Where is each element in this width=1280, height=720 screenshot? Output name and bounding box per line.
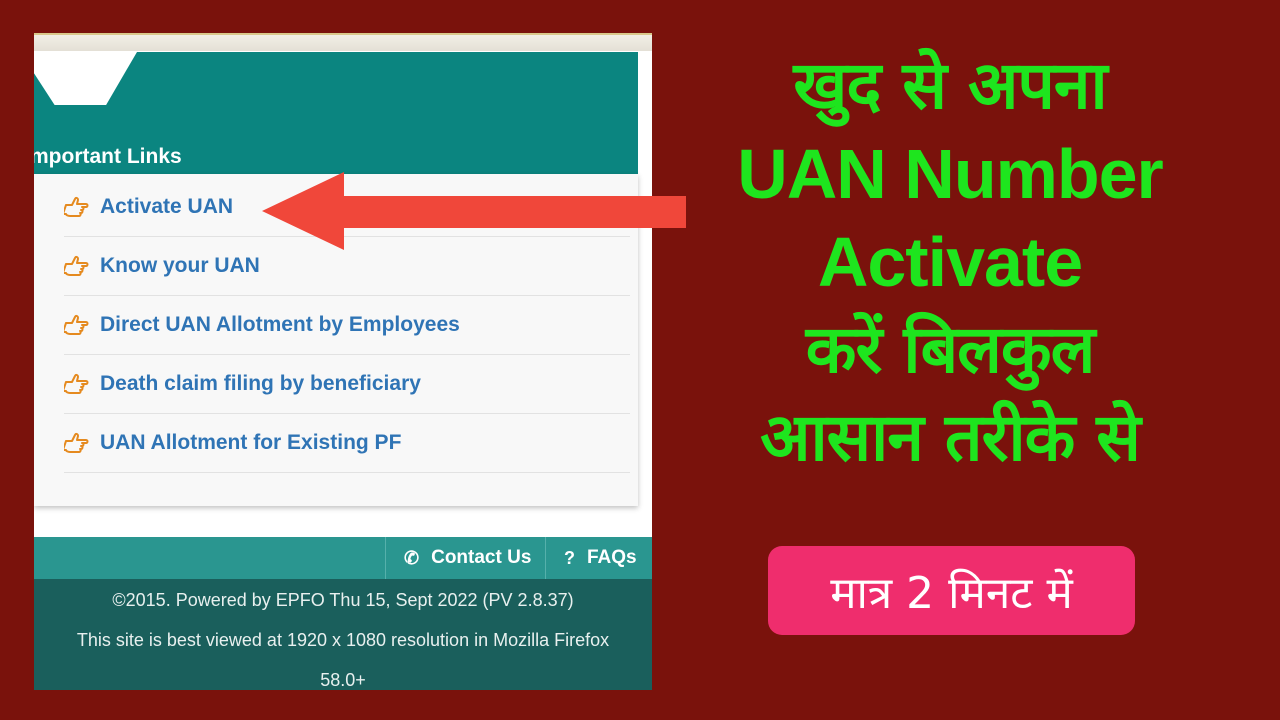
headline-line-5: आसान तरीके से <box>760 399 1141 476</box>
hand-pointing-right-icon <box>64 314 89 335</box>
link-death-claim-filing[interactable]: Death claim filing by beneficiary <box>64 355 630 414</box>
left-arrow-icon <box>262 172 686 250</box>
faqs-button[interactable]: ? FAQs <box>545 537 652 579</box>
browser-version-text: 58.0+ <box>320 670 366 690</box>
headline: खुद से अपना UAN Number Activate करें बिल… <box>660 42 1240 482</box>
hand-pointing-right-icon <box>64 432 89 453</box>
copyright-text: ©2015. Powered by EPFO Thu 15, Sept 2022… <box>112 590 574 610</box>
phone-icon: ✆ <box>404 547 420 568</box>
faqs-label: FAQs <box>587 547 637 568</box>
duration-badge: मात्र 2 मिनट में <box>768 546 1135 635</box>
contact-us-label: Contact Us <box>431 547 532 568</box>
browser-note-text: This site is best viewed at 1920 x 1080 … <box>76 630 610 650</box>
link-label: Know your UAN <box>100 254 260 277</box>
link-label: Activate UAN <box>100 195 234 218</box>
header-notch <box>34 52 137 105</box>
footer-nav-bar: ✆ Contact Us ? FAQs <box>34 537 652 579</box>
link-label: Direct UAN Allotment by Employees <box>100 313 460 336</box>
headline-line-3: Activate <box>817 223 1083 301</box>
contact-us-button[interactable]: ✆ Contact Us <box>385 537 545 579</box>
badge-text: मात्र 2 मिनट में <box>830 567 1073 619</box>
hand-pointing-right-icon <box>64 255 89 276</box>
epfo-screenshot: mportant Links Activate UAN Know your UA… <box>34 33 652 690</box>
link-uan-allotment-existing-pf[interactable]: UAN Allotment for Existing PF <box>64 414 630 473</box>
question-icon: ? <box>564 547 575 568</box>
important-links-header: mportant Links <box>34 52 638 174</box>
link-label: UAN Allotment for Existing PF <box>100 431 402 454</box>
footer-info: ©2015. Powered by EPFO Thu 15, Sept 2022… <box>34 579 652 690</box>
top-strip <box>34 33 652 51</box>
hand-pointing-right-icon <box>64 373 89 394</box>
headline-line-2: UAN Number <box>737 135 1164 213</box>
important-links-title: mportant Links <box>34 145 182 168</box>
headline-line-4: करें बिलकुल <box>805 311 1096 388</box>
hand-pointing-right-icon <box>64 196 89 217</box>
headline-line-1: खुद से अपना <box>793 47 1107 124</box>
link-label: Death claim filing by beneficiary <box>100 372 421 395</box>
link-direct-uan-allotment[interactable]: Direct UAN Allotment by Employees <box>64 296 630 355</box>
